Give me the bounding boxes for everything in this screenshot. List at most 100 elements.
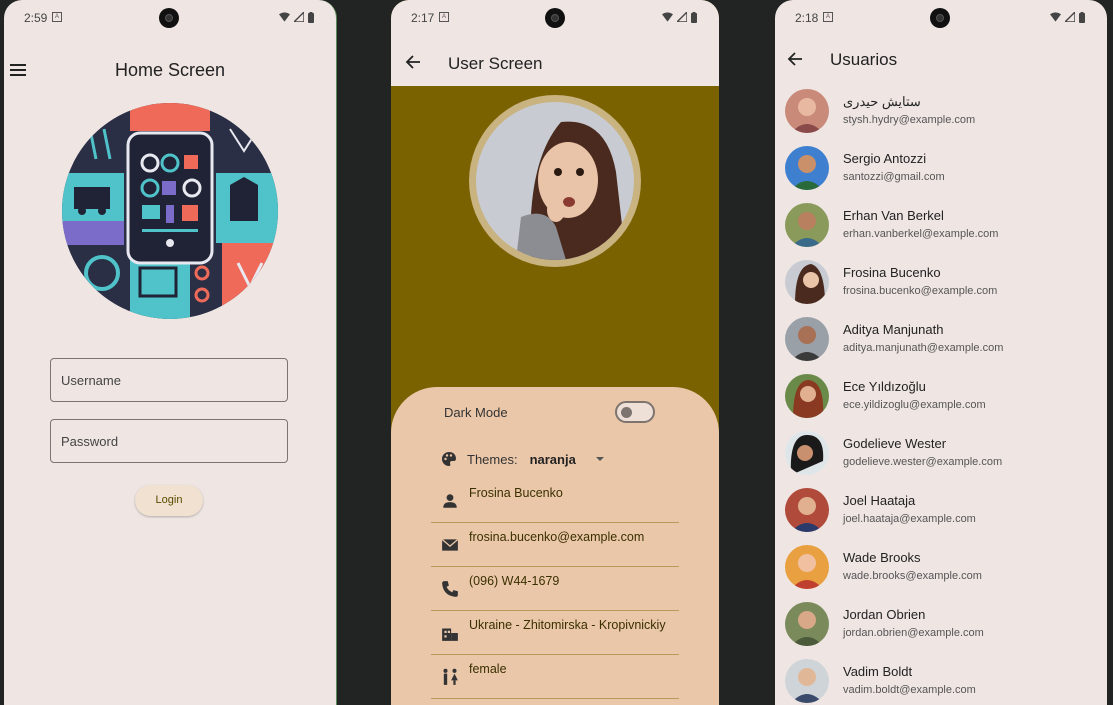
user-email: santozzi@gmail.com (843, 171, 945, 183)
avatar (785, 89, 829, 133)
avatar (785, 203, 829, 247)
user-gender: female (469, 662, 507, 676)
status-icons (1050, 11, 1085, 23)
avatar (785, 317, 829, 361)
status-bar: 2:18 A (775, 0, 1107, 36)
users-list-phone: 2:18 A Usuarios ستايش حيدرى stysh.hydry@… (775, 0, 1107, 705)
password-placeholder: Password (61, 434, 119, 449)
gender-row: female (431, 654, 679, 699)
avatar (785, 545, 829, 589)
list-item[interactable]: Wade Brooks wade.brooks@example.com (785, 543, 1095, 591)
list-item[interactable]: Sergio Antozzi santozzi@gmail.com (785, 144, 1095, 192)
themes-label: Themes: (467, 451, 518, 467)
wifi-icon (279, 12, 290, 22)
username-placeholder: Username (61, 373, 121, 388)
user-name: Frosina Bucenko (469, 486, 563, 500)
back-arrow-icon[interactable] (405, 54, 421, 70)
avatar (785, 602, 829, 646)
list-item[interactable]: Vadim Boldt vadim.boldt@example.com (785, 657, 1095, 705)
user-screen-phone: 2:17 A User Screen Dark Mode Themes: nar… (391, 0, 719, 705)
camera-cutout (545, 8, 565, 28)
list-item[interactable]: Godelieve Wester godelieve.wester@exampl… (785, 429, 1095, 477)
phone-row: (096) W44-1679 (431, 566, 679, 611)
dark-mode-switch[interactable] (615, 401, 655, 423)
user-email: frosina.bucenko@example.com (469, 530, 645, 544)
user-name: Frosina Bucenko (843, 265, 941, 280)
notification-icon: A (52, 12, 62, 22)
list-item[interactable]: Ece Yıldızoğlu ece.yildizoglu@example.co… (785, 372, 1095, 420)
user-email: godelieve.wester@example.com (843, 456, 1003, 468)
settings-sheet: Dark Mode Themes: naranja Frosina Bucenk… (391, 387, 719, 705)
avatar (785, 374, 829, 418)
camera-cutout (159, 8, 179, 28)
list-item[interactable]: Aditya Manjunath aditya.manjunath@exampl… (785, 315, 1095, 363)
password-field[interactable]: Password (50, 419, 288, 463)
user-email: aditya.manjunath@example.com (843, 342, 1004, 354)
battery-icon (691, 11, 697, 23)
wifi-icon (662, 12, 673, 22)
battery-icon (1079, 11, 1085, 23)
page-title: Usuarios (830, 50, 898, 69)
user-name: ستايش حيدرى (843, 94, 921, 109)
signal-icon (677, 12, 687, 22)
user-name: Godelieve Wester (843, 436, 947, 451)
dark-mode-label: Dark Mode (444, 405, 508, 420)
user-name: Ece Yıldızoğlu (843, 379, 926, 394)
user-email: stysh.hydry@example.com (843, 114, 976, 126)
user-email: frosina.bucenko@example.com (843, 285, 998, 297)
home-screen-phone: 2:59 A Home Screen Username Password Log… (4, 0, 337, 705)
camera-cutout (930, 8, 950, 28)
user-name: Sergio Antozzi (843, 151, 927, 166)
profile-avatar (476, 102, 634, 260)
user-name: Aditya Manjunath (843, 322, 944, 337)
notification-icon: A (823, 12, 833, 22)
user-phone: (096) W44-1679 (469, 574, 560, 588)
list-item[interactable]: Erhan Van Berkel erhan.vanberkel@example… (785, 201, 1095, 249)
status-time: 2:59 (24, 11, 48, 25)
avatar (785, 431, 829, 475)
list-item[interactable]: Jordan Obrien jordan.obrien@example.com (785, 600, 1095, 648)
theme-selector[interactable]: Themes: naranja (441, 451, 604, 467)
avatar (785, 260, 829, 304)
user-email: erhan.vanberkel@example.com (843, 228, 999, 240)
page-title: User Screen (448, 54, 543, 73)
palette-icon (442, 452, 456, 466)
avatar (785, 659, 829, 703)
user-name: Jordan Obrien (843, 607, 926, 622)
user-name: Erhan Van Berkel (843, 208, 944, 223)
user-email: joel.haataja@example.com (843, 513, 976, 525)
page-title: Home Screen (114, 60, 226, 80)
avatar (785, 488, 829, 532)
list-item[interactable]: Frosina Bucenko frosina.bucenko@example.… (785, 258, 1095, 306)
user-name: Joel Haataja (843, 493, 916, 508)
wifi-icon (1050, 12, 1061, 22)
status-bar: 2:59 A (4, 0, 336, 36)
app-logo (62, 103, 278, 319)
phone-icon (442, 581, 458, 597)
back-arrow-icon[interactable] (787, 51, 803, 67)
theme-dropdown-value[interactable]: naranja (530, 452, 576, 467)
user-email: vadim.boldt@example.com (843, 684, 976, 696)
profile-avatar-frame (469, 95, 641, 267)
avatar (785, 146, 829, 190)
user-email: ece.yildizoglu@example.com (843, 399, 986, 411)
user-email: wade.brooks@example.com (843, 570, 982, 582)
status-icons (279, 11, 314, 23)
list-item[interactable]: Joel Haataja joel.haataja@example.com (785, 486, 1095, 534)
location-row: Ukraine - Zhitomirska - Kropivnickiy (431, 610, 679, 655)
notification-icon: A (439, 12, 449, 22)
user-name: Vadim Boldt (843, 664, 913, 679)
login-button[interactable]: Login (135, 485, 203, 516)
list-item[interactable]: ستايش حيدرى stysh.hydry@example.com (785, 87, 1095, 135)
signal-icon (1065, 12, 1075, 22)
building-icon (442, 628, 458, 641)
app-bar: 2:17 A User Screen (391, 0, 719, 86)
status-time: 2:17 (411, 11, 435, 25)
battery-icon (308, 11, 314, 23)
username-field[interactable]: Username (50, 358, 288, 402)
status-bar: 2:17 A (391, 0, 719, 36)
email-icon (441, 538, 459, 551)
person-icon (443, 494, 457, 508)
dropdown-arrow-icon[interactable] (595, 457, 604, 461)
user-name: Wade Brooks (843, 550, 921, 565)
